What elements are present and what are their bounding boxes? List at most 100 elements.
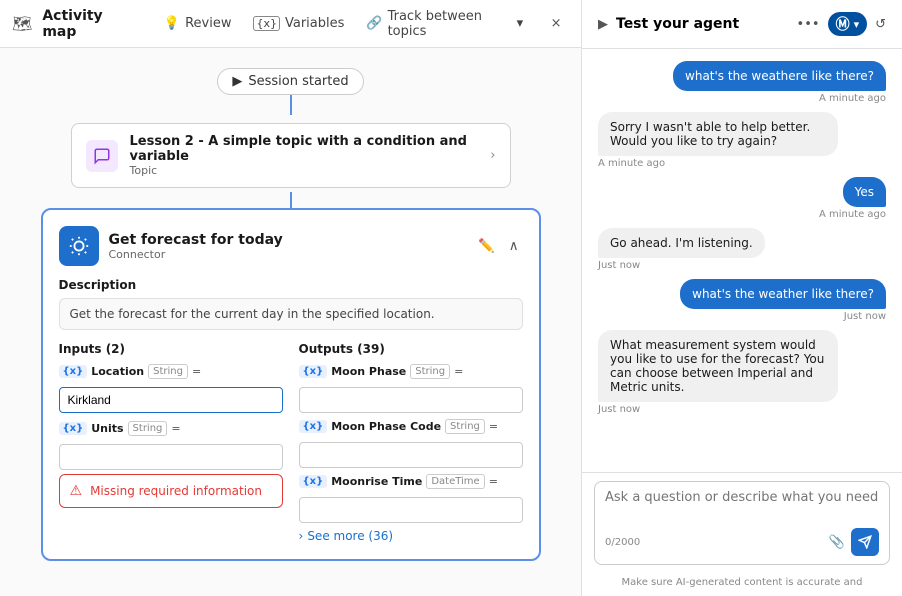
output-moon-phase: {x} Moon Phase String =: [299, 364, 523, 413]
moon-phase-code-row: {x} Moon Phase Code String =: [299, 419, 523, 434]
connector-line-2: [290, 192, 292, 208]
moon-phase-input[interactable]: [299, 387, 523, 413]
msg-bubble-right-1: what's the weathere like there?: [673, 61, 886, 91]
msg-1: what's the weathere like there? A minute…: [598, 61, 886, 104]
moon-phase-code-input[interactable]: [299, 442, 523, 468]
track-icon: 🔗: [366, 16, 382, 31]
moonrise-time-input[interactable]: [299, 497, 523, 523]
inputs-col: Inputs (2) {x} Location String =: [59, 342, 283, 543]
units-var-row: {x} Units String =: [59, 421, 283, 436]
input-location: {x} Location String =: [59, 364, 283, 413]
topic-text: Lesson 2 - A simple topic with a conditi…: [130, 134, 491, 177]
agent-title: Test your agent: [616, 16, 789, 32]
see-more-button[interactable]: › See more (36): [299, 529, 523, 543]
topbar-track[interactable]: 🔗 Track between topics ▾: [358, 5, 531, 43]
topic-icon: [93, 147, 111, 165]
session-label: Session started: [248, 74, 348, 89]
moonrise-time-badge: {x}: [299, 475, 328, 488]
moon-phase-row: {x} Moon Phase String =: [299, 364, 523, 379]
close-button[interactable]: ×: [543, 10, 569, 38]
units-name: Units: [91, 422, 123, 435]
msg-time-4: Just now: [598, 260, 640, 271]
copilot-icon: Ⓜ: [836, 14, 850, 34]
see-more-label: See more (36): [307, 529, 393, 543]
outputs-title: Outputs (39): [299, 342, 523, 356]
topbar-review[interactable]: 💡 Review: [156, 12, 240, 35]
moon-phase-code-name: Moon Phase Code: [331, 420, 441, 433]
variables-icon: {x}: [253, 16, 280, 31]
warning-icon: ⚠: [70, 483, 83, 499]
input-units: {x} Units String = ⚠ Missing required in…: [59, 421, 283, 508]
agent-brand: Ⓜ ▾: [828, 12, 868, 36]
msg-6: What measurement system would you like t…: [598, 330, 886, 415]
msg-time-5: Just now: [844, 311, 886, 322]
edit-button[interactable]: ✏️: [474, 234, 499, 258]
session-badge: ▶ Session started: [217, 68, 363, 95]
msg-3: Yes A minute ago: [598, 177, 886, 220]
connector-subtitle: Connector: [109, 248, 465, 261]
moonrise-time-type: DateTime: [426, 474, 484, 489]
msg-bubble-right-5: what's the weather like there?: [680, 279, 886, 309]
msg-bubble-left-6: What measurement system would you like t…: [598, 330, 838, 402]
msg-bubble-left-2: Sorry I wasn't able to help better. Woul…: [598, 112, 838, 156]
msg-5: what's the weather like there? Just now: [598, 279, 886, 322]
location-name: Location: [91, 365, 144, 378]
chat-input-footer: 0/2000 📎: [605, 528, 879, 556]
topbar-title: Activity map: [42, 8, 134, 40]
msg-time-2: A minute ago: [598, 158, 665, 169]
location-input[interactable]: [59, 387, 283, 413]
topic-subtitle: Topic: [130, 164, 491, 177]
topic-node[interactable]: Lesson 2 - A simple topic with a conditi…: [71, 123, 511, 188]
connector-icon-wrap: [59, 226, 99, 266]
chat-input-area: 0/2000 📎: [582, 472, 902, 573]
msg-time-3: A minute ago: [819, 209, 886, 220]
moonrise-time-row: {x} Moonrise Time DateTime =: [299, 474, 523, 489]
moon-phase-name: Moon Phase: [331, 365, 406, 378]
topbar-variables[interactable]: {x} Variables: [245, 12, 352, 35]
expand-button[interactable]: ∧: [505, 234, 523, 258]
location-badge: {x}: [59, 365, 88, 378]
moonrise-time-eq: =: [489, 475, 498, 488]
refresh-icon[interactable]: ↺: [875, 17, 886, 32]
connector-header: Get forecast for today Connector ✏️ ∧: [59, 226, 523, 266]
connector-box: Get forecast for today Connector ✏️ ∧ De…: [41, 208, 541, 561]
connector-actions: ✏️ ∧: [474, 234, 522, 258]
outputs-col: Outputs (39) {x} Moon Phase String =: [299, 342, 523, 543]
output-moonrise-time: {x} Moonrise Time DateTime =: [299, 474, 523, 523]
send-button[interactable]: [851, 528, 879, 556]
error-text: Missing required information: [90, 484, 262, 498]
chat-input-box: 0/2000 📎: [594, 481, 890, 565]
moon-phase-type: String: [410, 364, 450, 379]
review-icon: 💡: [164, 16, 180, 31]
units-eq: =: [171, 422, 180, 435]
msg-4: Go ahead. I'm listening. Just now: [598, 228, 886, 271]
chevron-down-icon: ▾: [517, 16, 524, 31]
canvas: ▶ Session started Lesson 2 - A simple to…: [0, 48, 581, 596]
connector-title: Get forecast for today: [109, 232, 465, 248]
attach-icon[interactable]: 📎: [829, 535, 845, 550]
units-input[interactable]: [59, 444, 283, 470]
msg-bubble-left-4: Go ahead. I'm listening.: [598, 228, 765, 258]
location-var-row: {x} Location String =: [59, 364, 283, 379]
units-type: String: [128, 421, 168, 436]
io-columns: Inputs (2) {x} Location String =: [59, 342, 523, 543]
moonrise-time-name: Moonrise Time: [331, 475, 422, 488]
description-text: Get the forecast for the current day in …: [59, 298, 523, 330]
chat-disclaimer: Make sure AI-generated content is accura…: [582, 573, 902, 596]
char-count: 0/2000: [605, 537, 640, 548]
msg-time-1: A minute ago: [819, 93, 886, 104]
msg-time-6: Just now: [598, 404, 640, 415]
moon-phase-code-badge: {x}: [299, 420, 328, 433]
send-icon: [858, 535, 872, 549]
connector-line-1: [290, 95, 292, 115]
more-options-icon[interactable]: •••: [797, 17, 820, 32]
chat-input[interactable]: [605, 490, 879, 520]
moon-phase-code-eq: =: [489, 420, 498, 433]
inputs-title: Inputs (2): [59, 342, 283, 356]
location-type: String: [148, 364, 188, 379]
topic-title: Lesson 2 - A simple topic with a conditi…: [130, 134, 491, 164]
description-label: Description: [59, 278, 523, 292]
connector-header-text: Get forecast for today Connector: [109, 232, 465, 261]
units-badge: {x}: [59, 422, 88, 435]
moon-phase-badge: {x}: [299, 365, 328, 378]
